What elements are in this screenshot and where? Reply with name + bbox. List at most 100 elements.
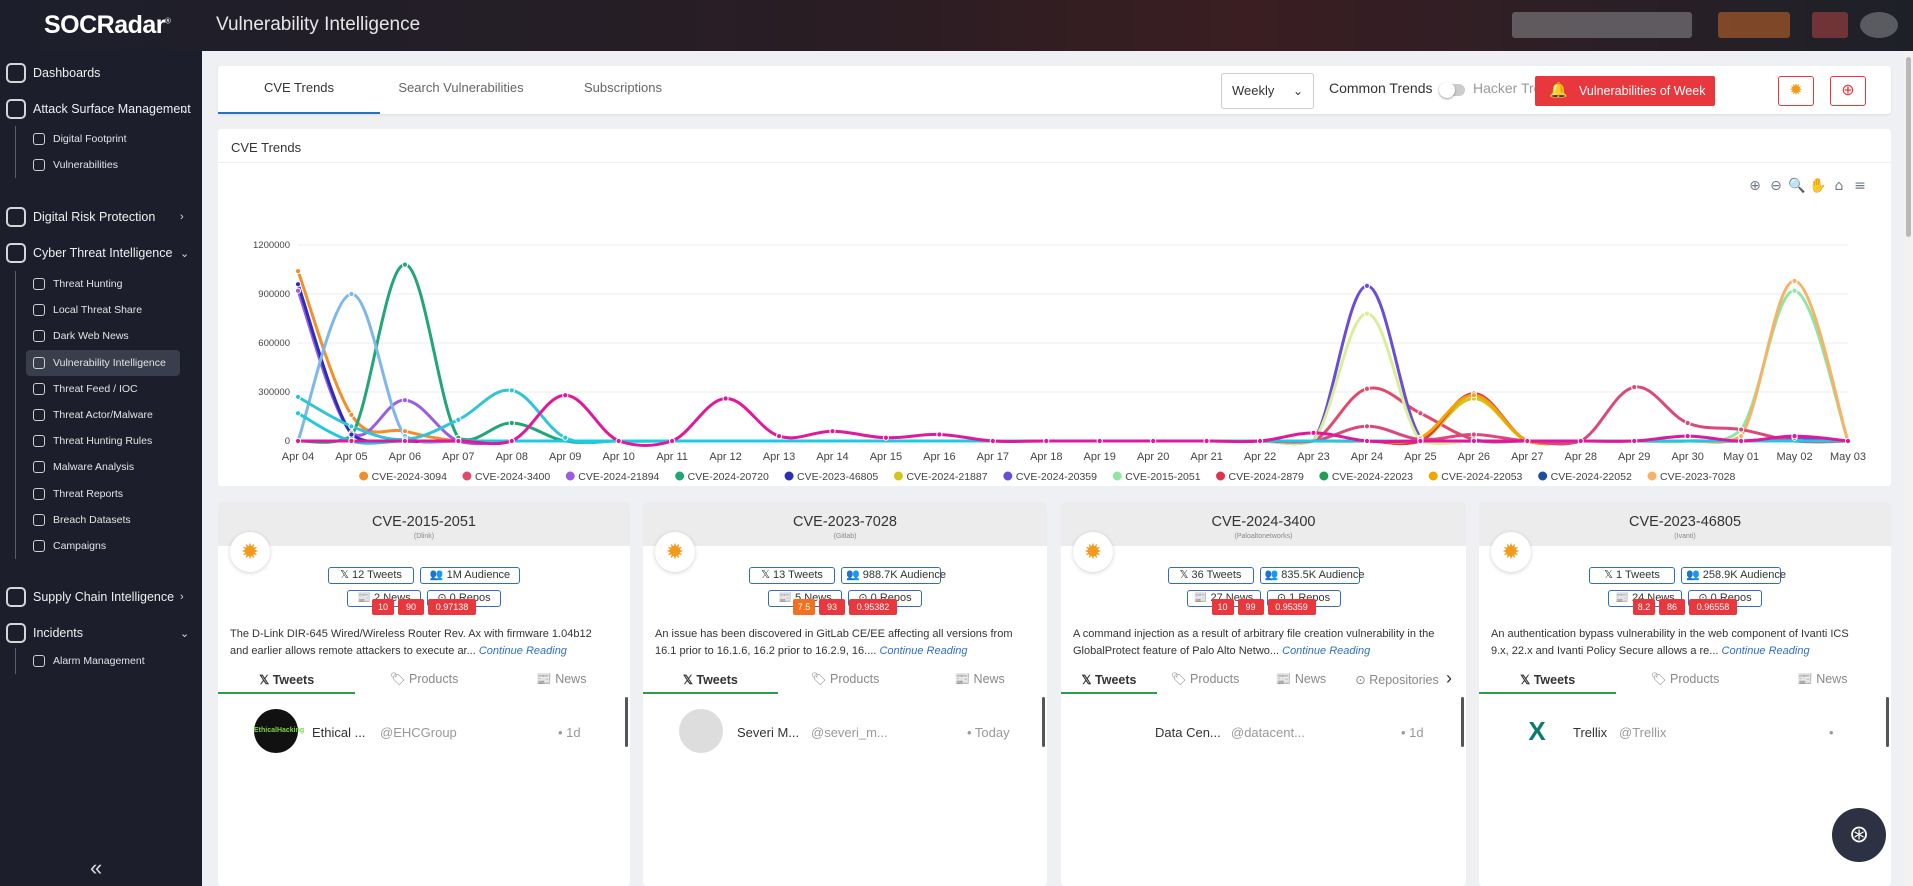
series-line-cve-2024-4040[interactable] — [298, 385, 1849, 446]
tab-cve-trends[interactable]: CVE Trends — [218, 66, 380, 114]
legend-item-cve-2023-46805[interactable]: CVE-2023-46805 — [784, 471, 879, 483]
sidebar-item-campaigns[interactable]: Campaigns — [26, 533, 180, 559]
legend-item-cve-2024-3400[interactable]: CVE-2024-3400 — [462, 471, 550, 483]
pan-icon[interactable]: ✋ — [1809, 177, 1826, 194]
data-point[interactable] — [294, 410, 302, 417]
tweets-count-badge[interactable]: 𝕏 36 Tweets — [1167, 567, 1254, 584]
cve-id[interactable]: CVE-2023-7028 — [643, 514, 1047, 530]
card-tab-news[interactable]: 📰 News — [912, 666, 1047, 694]
tweet-item[interactable]: Data Cen... @datacent... • 1d — [1061, 701, 1466, 761]
cve-id[interactable]: CVE-2023-46805 — [1479, 514, 1891, 530]
sidebar-group-incidents[interactable]: Incidents ⌄ — [0, 613, 202, 653]
tweet-item[interactable]: Severi M... @severi_m... • Today — [643, 701, 1047, 761]
sidebar-item-threat-actor-malware[interactable]: Threat Actor/Malware — [26, 402, 180, 428]
continue-reading-link[interactable]: Continue Reading — [479, 645, 567, 657]
socradar-logo[interactable]: SOCRadar® — [44, 11, 171, 40]
tweet-list-scrollbar[interactable] — [625, 697, 628, 747]
card-tab-repositories[interactable]: ⊙ Repositories — [1349, 666, 1445, 694]
sidebar-item-threat-hunting-rules[interactable]: Threat Hunting Rules — [26, 428, 180, 454]
sidebar-item-dark-web-news[interactable]: Dark Web News — [26, 323, 180, 349]
data-point[interactable] — [775, 433, 783, 440]
page-scrollbar[interactable] — [1904, 51, 1913, 886]
zoom-out-icon[interactable]: ⊖ — [1770, 178, 1782, 194]
data-point[interactable] — [401, 437, 408, 445]
legend-item-cve-2024-2879[interactable]: CVE-2024-2879 — [1216, 471, 1304, 483]
series-line-cve-2024-21894[interactable] — [296, 290, 1848, 446]
data-point[interactable] — [294, 437, 302, 445]
continue-reading-link[interactable]: Continue Reading — [1282, 645, 1370, 657]
data-point[interactable] — [1844, 437, 1852, 445]
data-point[interactable] — [1684, 433, 1691, 440]
audience-badge[interactable]: 👥 988.7K Audience — [841, 567, 946, 584]
data-point[interactable] — [508, 419, 515, 427]
data-point[interactable] — [1738, 426, 1745, 433]
bug-filter-button[interactable]: ✹ — [1778, 76, 1814, 106]
series-line-cve-2024-20359[interactable] — [298, 284, 1849, 446]
cve-card[interactable]: CVE-2024-3400 (Paloaltonetworks) ✹ 𝕏 36 Twe… — [1061, 502, 1466, 886]
data-point[interactable] — [1631, 384, 1638, 391]
data-point[interactable] — [936, 431, 943, 438]
sidebar-item-threat-reports[interactable]: Threat Reports — [26, 481, 180, 507]
period-select[interactable]: Weekly ⌄ — [1221, 73, 1314, 109]
zoom-in-icon[interactable]: ⊕ — [1749, 178, 1761, 194]
cve-card[interactable]: CVE-2015-2051 (Dlink) ✹ 𝕏 12 Tweets 👥 1M Aud… — [218, 502, 630, 886]
series-line-cve-2024-20720[interactable] — [297, 263, 1848, 444]
data-point[interactable] — [294, 393, 302, 400]
data-point[interactable] — [1577, 437, 1584, 445]
card-tab-news[interactable]: 📰 News — [1754, 666, 1891, 694]
data-point[interactable] — [401, 397, 408, 404]
card-tab-tweets[interactable]: 𝕏 Tweets — [1479, 666, 1616, 694]
data-point[interactable] — [348, 431, 355, 438]
data-point[interactable] — [1417, 410, 1424, 417]
data-point[interactable] — [1363, 310, 1371, 317]
tweet-list-scrollbar[interactable] — [1886, 697, 1889, 747]
legend-item-cve-2015-2051[interactable]: CVE-2015-2051 — [1112, 471, 1201, 483]
series-line-cve-2023-7028[interactable] — [298, 279, 1850, 444]
collapse-sidebar-icon[interactable]: « — [90, 855, 102, 881]
trends-toggle[interactable] — [1439, 82, 1465, 98]
data-point[interactable] — [615, 437, 622, 445]
sidebar-item-threat-feed-ioc[interactable]: Threat Feed / IOC — [26, 376, 180, 402]
sidebar-item-vulnerability-intelligence[interactable]: Vulnerability Intelligence — [26, 349, 180, 376]
tweet-list-scrollbar[interactable] — [1042, 697, 1045, 747]
legend-item-cve-2024-22052[interactable]: CVE-2024-22052 — [1538, 471, 1632, 483]
card-tab-news[interactable]: 📰 News — [493, 666, 630, 694]
card-tab-news[interactable]: 📰 News — [1253, 666, 1349, 694]
data-point[interactable] — [1256, 437, 1264, 445]
legend-item-cve-2024-3094[interactable]: CVE-2024-3094 — [359, 471, 447, 483]
data-point[interactable] — [1363, 437, 1371, 445]
tab-subscriptions[interactable]: Subscriptions — [542, 66, 704, 114]
data-point[interactable] — [1043, 437, 1050, 445]
legend-item-cve-2024-22053[interactable]: CVE-2024-22053 — [1428, 471, 1523, 483]
data-point[interactable] — [294, 281, 302, 288]
legend-item-cve-2024-20720[interactable]: CVE-2024-20720 — [675, 471, 769, 483]
data-point[interactable] — [669, 437, 676, 445]
legend-item-cve-2024-21894[interactable]: CVE-2024-21894 — [565, 471, 660, 483]
legend-item-cve-2023-7028[interactable]: CVE-2023-7028 — [1647, 471, 1736, 483]
cve-id[interactable]: CVE-2015-2051 — [218, 514, 630, 530]
series-line-cve-2024-21893[interactable] — [296, 292, 1848, 444]
series-line-cve-2024-3094[interactable] — [296, 270, 1848, 444]
user-info-blurred[interactable] — [1512, 12, 1692, 38]
sidebar-group-dashboards[interactable]: Dashboards — [0, 53, 202, 93]
sidebar-item-local-threat-share[interactable]: Local Threat Share — [26, 297, 180, 323]
vulnerabilities-of-week-button[interactable]: 🔔 Vulnerabilities of Week — [1535, 76, 1715, 106]
data-point[interactable] — [1310, 429, 1317, 436]
audience-badge[interactable]: 👥 258.9K Audience — [1681, 567, 1786, 584]
data-point[interactable] — [1524, 437, 1531, 445]
audience-badge[interactable]: 👥 835.5K Audience — [1259, 567, 1364, 584]
series-line-cve-2023-46805[interactable] — [296, 283, 1848, 444]
data-point[interactable] — [508, 437, 515, 445]
sidebar-item-malware-analysis[interactable]: Malware Analysis — [26, 454, 180, 480]
data-point[interactable] — [1096, 437, 1103, 445]
data-point[interactable] — [1363, 385, 1371, 392]
data-point[interactable] — [1791, 287, 1798, 294]
tweets-count-badge[interactable]: 𝕏 12 Tweets — [328, 567, 414, 584]
data-point[interactable] — [348, 423, 355, 430]
company-blurred[interactable] — [1718, 12, 1790, 38]
notification-icon[interactable] — [1812, 12, 1848, 38]
data-point[interactable] — [348, 437, 355, 445]
data-point[interactable] — [562, 392, 569, 399]
sidebar-item-threat-hunting[interactable]: Threat Hunting — [26, 271, 180, 297]
legend-item-cve-2024-20359[interactable]: CVE-2024-20359 — [1003, 471, 1097, 483]
